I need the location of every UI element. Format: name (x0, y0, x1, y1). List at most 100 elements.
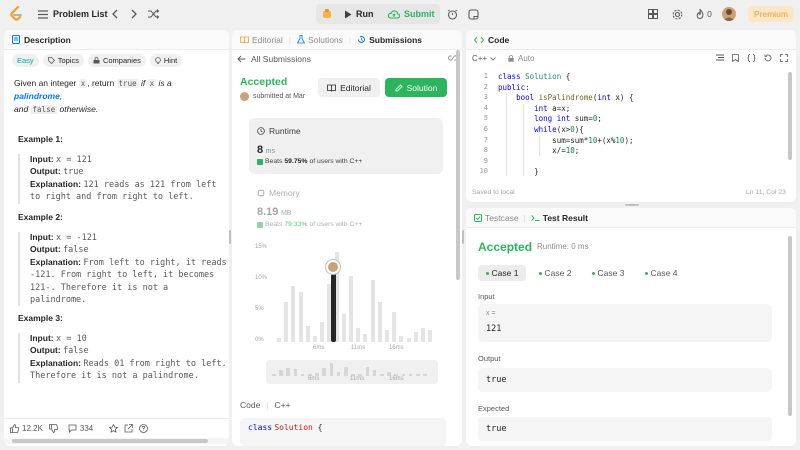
test-result-panel: Testcase | Test Result Accepted Runtime:… (466, 208, 796, 446)
streak-fire-icon[interactable]: 0 (693, 7, 715, 21)
tab-code[interactable]: Code (488, 35, 509, 45)
difficulty-badge[interactable]: Easy (12, 54, 39, 67)
arrow-left-icon (237, 55, 246, 63)
layout-icon[interactable] (646, 7, 660, 21)
case-pass-dot (591, 271, 595, 275)
editor-scrollbar[interactable] (788, 72, 792, 160)
distribution-bar (356, 328, 361, 342)
distribution-minimap[interactable]: 6ms 11ms 16ms (266, 360, 438, 384)
run-button[interactable]: Run (340, 6, 378, 22)
memory-card[interactable]: Memory 8.19 MB Beats 79.33% of users wit… (249, 182, 443, 234)
runtime-distribution-chart[interactable]: 15% 10% 5% 0% 6ms 11ms 16ms (249, 240, 443, 368)
terminal-icon (530, 214, 540, 221)
line-number: 8 (483, 146, 488, 155)
minimap-bars (272, 362, 432, 376)
code-editor[interactable]: 1 class Solution {2 public: 3 bool isPalind… (466, 70, 796, 182)
x-tick-11ms: 11ms (351, 345, 366, 351)
tab-editorial[interactable]: Editorial (240, 35, 283, 45)
distribution-bar (313, 336, 317, 342)
tab-solutions[interactable]: Solutions (296, 35, 343, 45)
middle-resize-handle[interactable] (462, 230, 464, 244)
editorial-button-label: Editorial (340, 82, 371, 93)
topics-tag[interactable]: Topics (42, 54, 84, 67)
case-tab-4[interactable]: Case 4 (638, 265, 684, 281)
submission-status: Accepted (240, 76, 288, 88)
code-brackets-icon (474, 36, 484, 43)
checkbox-icon (474, 213, 482, 222)
favorite-star-icon[interactable] (109, 424, 119, 433)
all-submissions-label: All Submissions (251, 54, 311, 64)
like-button[interactable]: 12.2K (10, 424, 43, 433)
timer-icon[interactable] (444, 6, 460, 22)
code-line: int a=x; (534, 103, 571, 113)
code-label: Code (240, 400, 261, 410)
distribution-bar (385, 330, 389, 342)
leetcode-logo-icon[interactable] (8, 5, 24, 23)
output-value: true (486, 375, 507, 385)
hint-tag[interactable]: Hint (149, 54, 183, 67)
minimap-tick-6ms: 6ms (308, 376, 320, 382)
problem-list-button[interactable]: Problem List (38, 6, 108, 22)
braces-icon[interactable] (747, 54, 756, 64)
tab-test-result[interactable]: Test Result (530, 213, 588, 223)
y-tick-5: 5% (255, 306, 264, 312)
submit-button[interactable]: Submit (384, 6, 439, 22)
submissions-scrollbar[interactable] (456, 50, 460, 280)
companies-tag[interactable]: Companies (87, 54, 146, 67)
result-scrollbar[interactable] (788, 236, 792, 416)
minimap-bar (293, 369, 298, 376)
debug-icon[interactable] (320, 7, 334, 21)
book-icon (240, 36, 249, 44)
editorial-button[interactable]: Editorial (318, 78, 380, 97)
tab-description[interactable]: Description (24, 35, 71, 45)
indent-guide (539, 136, 540, 156)
next-problem-icon[interactable] (127, 7, 141, 21)
tag-icon (47, 57, 55, 64)
description-scrollbar-horizontal[interactable] (4, 438, 229, 444)
beats-memory-icon (257, 221, 263, 228)
minimap-bar (300, 374, 305, 376)
case-tab-3[interactable]: Case 3 (585, 265, 631, 281)
dislike-icon[interactable] (49, 424, 58, 433)
selected-bar-marker (331, 264, 336, 342)
auto-mode[interactable]: Auto (508, 54, 534, 63)
bookmark-icon[interactable] (732, 54, 739, 64)
case-pass-dot (485, 271, 489, 275)
minimap-bar (344, 367, 348, 376)
fullscreen-icon[interactable] (780, 54, 788, 64)
share-icon[interactable] (124, 424, 134, 433)
notes-icon[interactable] (465, 6, 481, 22)
minimap-bar (380, 374, 384, 376)
settings-gear-icon[interactable] (670, 7, 684, 21)
distribution-bar (341, 314, 346, 342)
tab-testcase[interactable]: Testcase (474, 213, 519, 223)
runtime-unit: ms (265, 148, 275, 155)
premium-button[interactable]: Premium (748, 6, 794, 22)
tab-submissions[interactable]: Submissions (357, 35, 422, 45)
reset-icon[interactable] (764, 54, 772, 64)
solution-button[interactable]: Solution (385, 78, 447, 97)
left-resize-handle[interactable] (229, 230, 231, 244)
prev-problem-icon[interactable] (108, 7, 122, 21)
shuffle-icon[interactable] (146, 7, 160, 21)
input-value: 121 (486, 324, 502, 334)
input-label: Input (478, 292, 495, 301)
distribution-bar (406, 338, 411, 342)
help-icon[interactable] (139, 424, 149, 433)
language-select[interactable]: C++ (472, 54, 496, 63)
runtime-beats: Beats 59.75% of users with C++ (257, 158, 362, 165)
streak-count: 0 (707, 9, 712, 19)
palindrome-link[interactable]: palindrome (14, 91, 60, 101)
submitter-avatar (240, 92, 249, 101)
distribution-bar (298, 292, 303, 342)
comments-button[interactable]: 334 (68, 424, 93, 433)
code-line: } (498, 167, 539, 177)
vertical-resize-handle[interactable] (625, 204, 639, 206)
case-tab-1[interactable]: Case 1 (478, 265, 526, 281)
case-tab-2[interactable]: Case 2 (532, 265, 578, 281)
format-icon[interactable] (716, 54, 724, 64)
minimap-tick-16ms: 16ms (389, 376, 404, 382)
all-submissions-link[interactable]: All Submissions (237, 54, 311, 64)
user-avatar[interactable] (722, 7, 736, 21)
runtime-card[interactable]: Runtime 8 ms Beats 59.75% of users with … (249, 118, 443, 174)
